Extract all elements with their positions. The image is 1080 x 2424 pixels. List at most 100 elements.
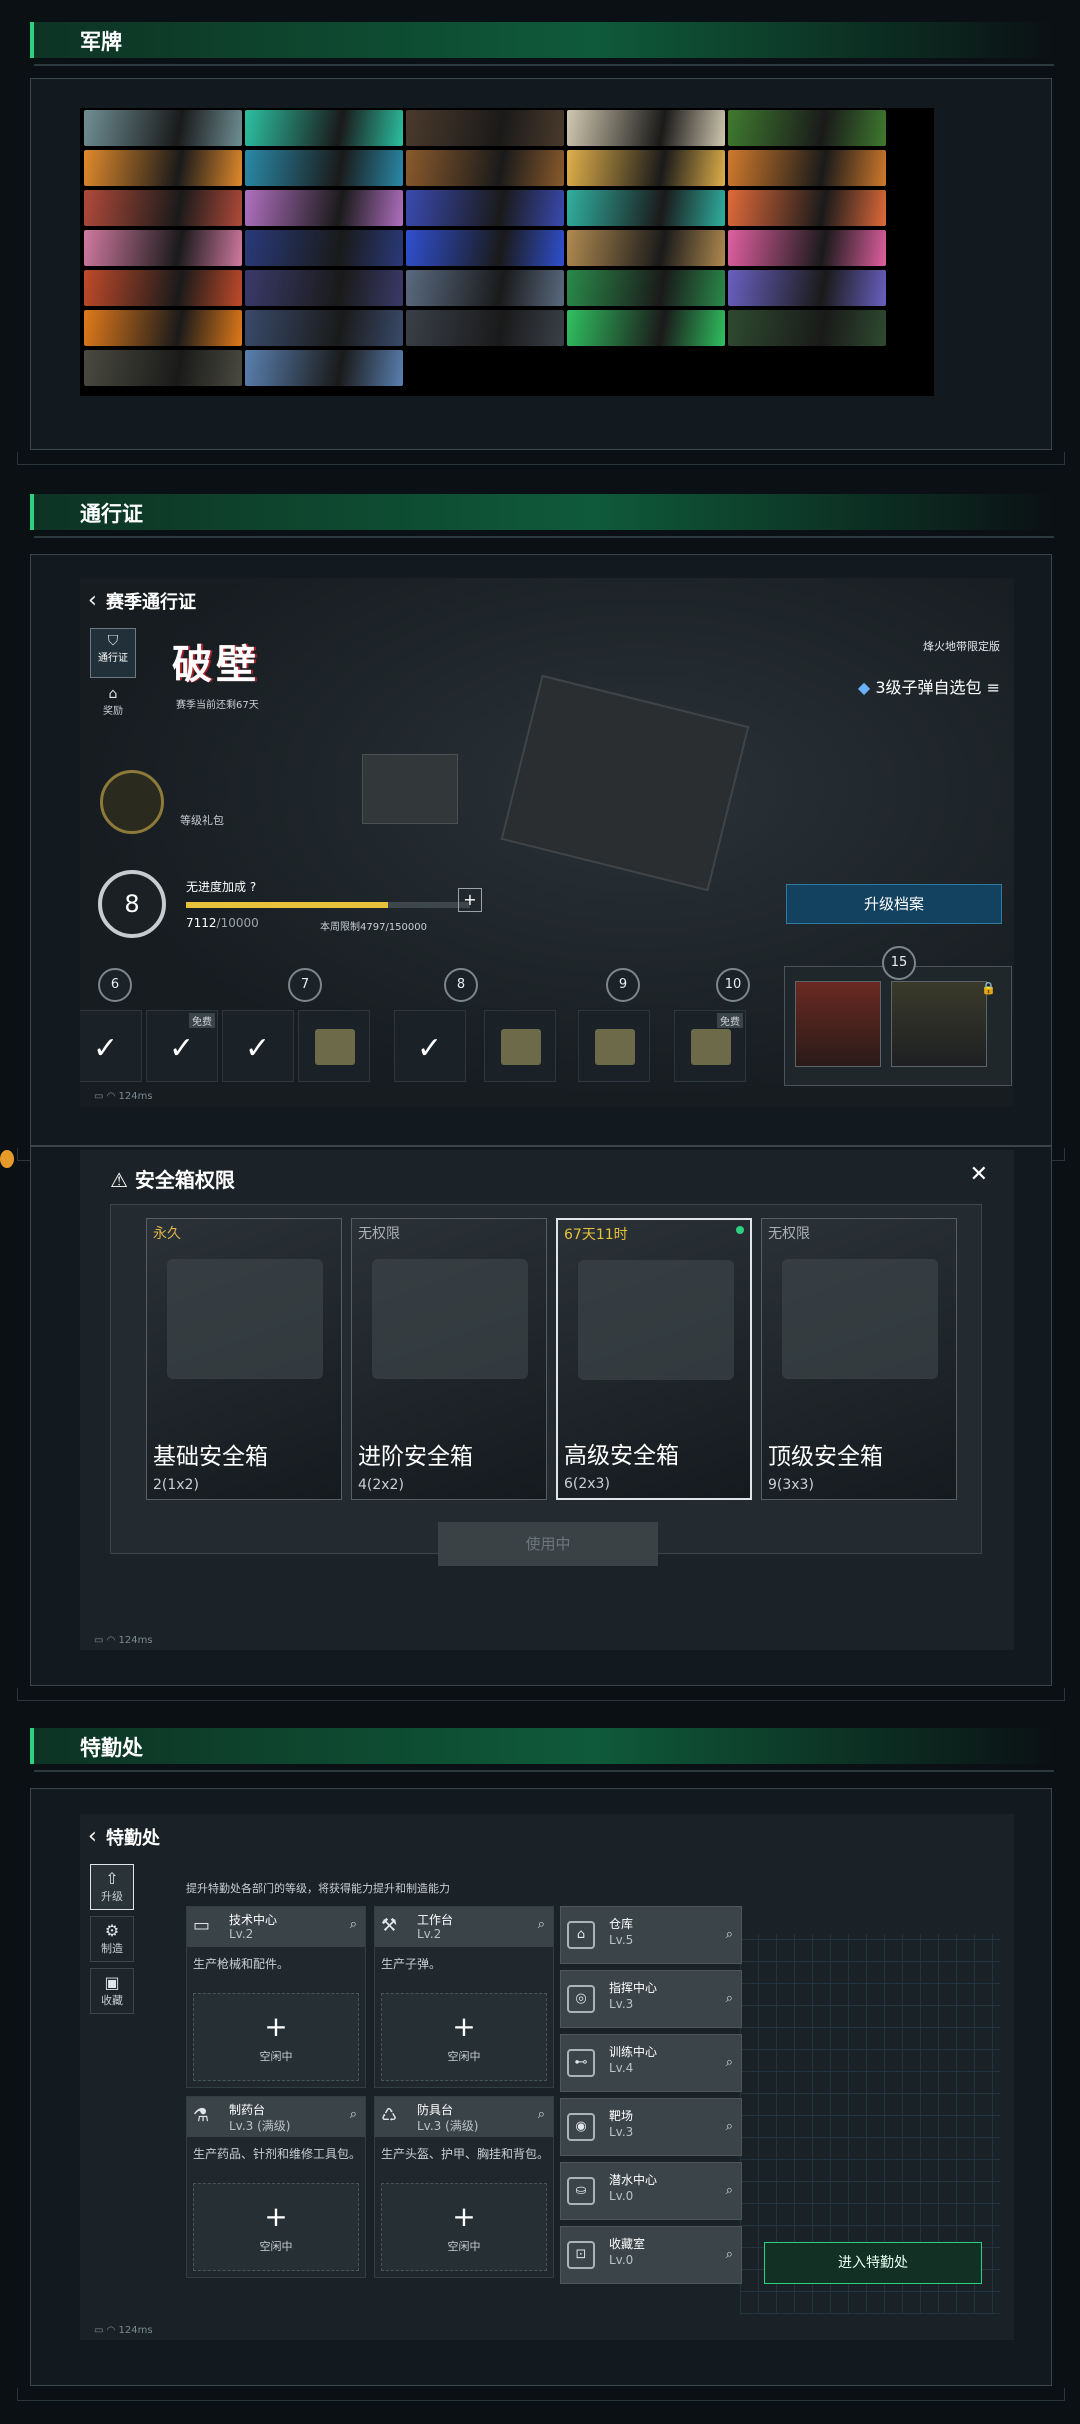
enter-special-button[interactable]: 进入特勤处 (764, 2242, 982, 2284)
banner-badge[interactable] (728, 150, 886, 186)
banner-badge[interactable] (84, 190, 242, 226)
close-icon[interactable]: ✕ (970, 1162, 988, 1187)
tab-pass[interactable]: ⛉ 通行证 (90, 628, 136, 678)
search-icon[interactable]: ⌕ (350, 2107, 357, 2122)
facility-item[interactable]: ⊷ 训练中心 Lv.4 ⌕ (560, 2034, 742, 2092)
menu-icon: ≡ (986, 678, 1000, 697)
status-bar: ▭ ◠ 124ms (94, 2325, 153, 2336)
reward-tile[interactable]: ✓ (222, 1010, 294, 1082)
season-pass-screen: ‹ 赛季通行证 ⛉ 通行证 ⌂ 奖励 破壁 赛季当前还剩67天 烽火地带限定版 … (80, 578, 1014, 1106)
safebox-card[interactable]: 67天11时 高级安全箱 6(2x3) (556, 1218, 752, 1500)
banner-badge[interactable] (406, 230, 564, 266)
plus-icon: + (264, 2010, 288, 2043)
search-icon[interactable]: ⌕ (538, 2107, 545, 2122)
in-use-button[interactable]: 使用中 (438, 1522, 658, 1566)
back-icon[interactable]: ‹ (88, 1824, 97, 1849)
help-icon[interactable]: ? (250, 880, 256, 894)
search-icon[interactable]: ⌕ (726, 2119, 733, 2134)
safebox-title: ⚠ 安全箱权限 (110, 1164, 235, 1193)
idle-slot[interactable]: + 空闲中 (381, 1993, 547, 2081)
reward-tile[interactable] (298, 1010, 370, 1082)
nav-label: 收藏 (101, 1994, 123, 2007)
search-icon[interactable]: ⌕ (726, 1991, 733, 2006)
reward-tile[interactable]: ✓ (80, 1010, 142, 1082)
search-icon[interactable]: ⌕ (726, 2183, 733, 2198)
workbench-card[interactable]: ⚗ 制药台 Lv.3 (满级) ⌕ 生产药品、针剂和维修工具包。 + 空闲中 (186, 2096, 366, 2278)
banner-badge[interactable] (84, 230, 242, 266)
safebox-card[interactable]: 永久 基础安全箱 2(1x2) (146, 1218, 342, 1500)
level-gift-icon[interactable] (100, 770, 164, 834)
banner-badge[interactable] (245, 350, 403, 386)
idle-label: 空闲中 (259, 2050, 293, 2063)
workbench-card[interactable]: ⚒ 工作台 Lv.2 ⌕ 生产子弹。 + 空闲中 (374, 1906, 554, 2088)
banner-badge[interactable] (406, 150, 564, 186)
banner-badge[interactable] (728, 110, 886, 146)
ammo-crate-image (500, 674, 750, 892)
banner-badge[interactable] (245, 230, 403, 266)
safebox-name: 高级安全箱 (564, 1443, 679, 1469)
upgrade-icon: ⇧ (105, 1869, 119, 1888)
intro-text: 提升特勤处各部门的等级，将获得能力提升和制造能力 (186, 1882, 450, 1895)
workbench-card[interactable]: ♺ 防具台 Lv.3 (满级) ⌕ 生产头盔、护甲、胸挂和背包。 + 空闲中 (374, 2096, 554, 2278)
reward-tile[interactable]: 免费 (674, 1010, 746, 1082)
facility-item[interactable]: ◎ 指挥中心 Lv.3 ⌕ (560, 1970, 742, 2028)
nav-upgrade[interactable]: ⇧ 升级 (90, 1864, 134, 1910)
reward-tile[interactable]: ✓ (394, 1010, 466, 1082)
reward-tile[interactable] (578, 1010, 650, 1082)
golden-crate-image[interactable] (891, 981, 987, 1067)
idle-slot[interactable]: + 空闲中 (381, 2183, 547, 2271)
banner-badge[interactable] (84, 350, 242, 386)
banner-badge[interactable] (567, 190, 725, 226)
banner-badge[interactable] (245, 150, 403, 186)
idle-label: 空闲中 (447, 2050, 481, 2063)
facility-level: Lv.5 (609, 1933, 634, 1947)
banner-badge[interactable] (567, 110, 725, 146)
safebox-card[interactable]: 无权限 进阶安全箱 4(2x2) (351, 1218, 547, 1500)
banner-badge[interactable] (84, 150, 242, 186)
banner-badge[interactable] (406, 270, 564, 306)
banner-badge[interactable] (567, 270, 725, 306)
nav-collection[interactable]: ▣ 收藏 (90, 1968, 134, 2014)
facility-icon: ◉ (567, 2113, 595, 2141)
banner-badge[interactable] (406, 110, 564, 146)
character-skin-image[interactable] (795, 981, 881, 1067)
facility-item[interactable]: ⌂ 仓库 Lv.5 ⌕ (560, 1906, 742, 1964)
banner-badge[interactable] (245, 110, 403, 146)
banner-badge[interactable] (84, 270, 242, 306)
search-icon[interactable]: ⌕ (726, 1927, 733, 1942)
reward-tile[interactable]: ✓ 免费 (146, 1010, 218, 1082)
add-exp-button[interactable]: + (458, 888, 482, 912)
search-icon[interactable]: ⌕ (350, 1917, 357, 1932)
banner-badge[interactable] (84, 310, 242, 346)
reward-preview[interactable]: ◆ 3级子弹自选包 ≡ (858, 674, 1000, 698)
nav-craft[interactable]: ⚙ 制造 (90, 1916, 134, 1962)
banner-badge[interactable] (245, 270, 403, 306)
card-level: Lv.2 (229, 1927, 254, 1941)
facility-item[interactable]: ⛀ 潜水中心 Lv.0 ⌕ (560, 2162, 742, 2220)
workbench-card[interactable]: ▭ 技术中心 Lv.2 ⌕ 生产枪械和配件。 + 空闲中 (186, 1906, 366, 2088)
banner-badge[interactable] (728, 310, 886, 346)
banner-badge[interactable] (245, 190, 403, 226)
tab-reward[interactable]: ⌂ 奖励 (90, 682, 136, 730)
banner-badge[interactable] (728, 190, 886, 226)
banner-badge[interactable] (406, 190, 564, 226)
banner-badge[interactable] (567, 230, 725, 266)
idle-slot[interactable]: + 空闲中 (193, 2183, 359, 2271)
banner-badge[interactable] (406, 310, 564, 346)
banner-badge[interactable] (567, 310, 725, 346)
banner-badge[interactable] (245, 310, 403, 346)
banner-badge[interactable] (567, 150, 725, 186)
back-icon[interactable]: ‹ (88, 588, 97, 613)
banner-badge[interactable] (728, 270, 886, 306)
search-icon[interactable]: ⌕ (726, 2247, 733, 2262)
idle-slot[interactable]: + 空闲中 (193, 1993, 359, 2081)
safebox-card[interactable]: 无权限 顶级安全箱 9(3x3) (761, 1218, 957, 1500)
banner-badge[interactable] (728, 230, 886, 266)
banner-badge[interactable] (84, 110, 242, 146)
facility-item[interactable]: ⊡ 收藏室 Lv.0 ⌕ (560, 2226, 742, 2284)
reward-tile[interactable] (484, 1010, 556, 1082)
facility-item[interactable]: ◉ 靶场 Lv.3 ⌕ (560, 2098, 742, 2156)
search-icon[interactable]: ⌕ (726, 2055, 733, 2070)
search-icon[interactable]: ⌕ (538, 1917, 545, 1932)
upgrade-archive-button[interactable]: 升级档案 (786, 884, 1002, 924)
